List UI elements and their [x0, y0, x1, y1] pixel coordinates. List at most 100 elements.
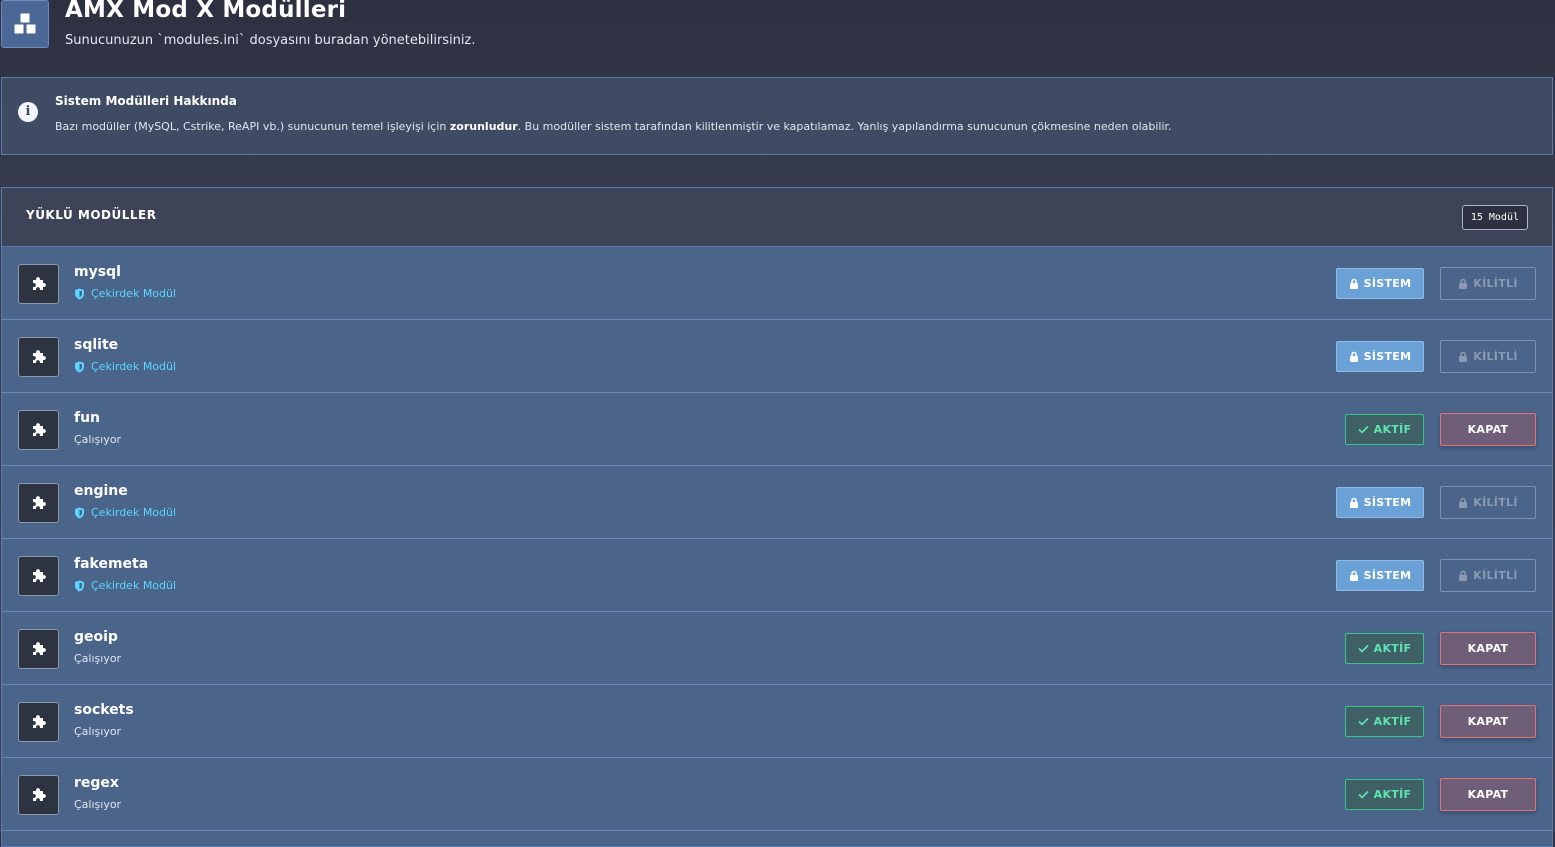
- close-module-button[interactable]: KAPAT: [1440, 705, 1536, 738]
- active-badge: AKTİF: [1345, 706, 1424, 737]
- modules-panel: YÜKLÜ MODÜLLER 15 Modül mysql Çekirdek Mo…: [1, 187, 1553, 847]
- system-badge-label: SİSTEM: [1363, 496, 1412, 509]
- close-button-label: KAPAT: [1467, 715, 1509, 728]
- system-badge: SİSTEM: [1336, 268, 1424, 299]
- page-subtitle: Sunucunuzun `modules.ini` dosyasını bura…: [65, 33, 476, 48]
- cubes-icon: [1, 0, 49, 48]
- close-module-button[interactable]: KAPAT: [1440, 632, 1536, 665]
- module-status-label: Çalışıyor: [74, 725, 121, 738]
- module-sub-text: Çekirdek Modül: [91, 360, 177, 373]
- module-status-label: Çalışıyor: [74, 652, 121, 665]
- panel-header: YÜKLÜ MODÜLLER 15 Modül: [2, 188, 1552, 247]
- puzzle-icon: [18, 483, 59, 523]
- module-core-label: Çekirdek Modül: [74, 579, 176, 592]
- info-text: Bazı modüller (MySQL, Cstrike, ReAPI vb.…: [55, 120, 1172, 133]
- close-module-button[interactable]: KAPAT: [1440, 778, 1536, 811]
- page-title: AMX Mod X Modülleri: [65, 0, 347, 23]
- module-sub-text: Çalışıyor: [74, 433, 122, 446]
- check-icon: [1358, 790, 1369, 799]
- info-icon: i: [18, 102, 38, 122]
- module-row-regex: regex Çalışıyor AKTİF KAPAT: [2, 758, 1552, 831]
- active-badge-label: AKTİF: [1373, 715, 1412, 728]
- close-button-label: KAPAT: [1467, 642, 1509, 655]
- lock-icon: [1458, 497, 1468, 508]
- system-badge: SİSTEM: [1336, 341, 1424, 372]
- lock-icon: [1349, 497, 1359, 508]
- lock-icon: [1349, 351, 1359, 362]
- system-badge-label: SİSTEM: [1363, 277, 1412, 290]
- puzzle-icon: [18, 556, 59, 596]
- module-name: fun: [74, 410, 101, 426]
- lock-icon: [1458, 570, 1468, 581]
- close-module-button[interactable]: KAPAT: [1440, 413, 1536, 446]
- lock-icon: [1458, 278, 1468, 289]
- module-name: sqlite: [74, 337, 119, 353]
- module-core-label: Çekirdek Modül: [74, 360, 176, 373]
- module-sub-text: Çekirdek Modül: [91, 579, 177, 592]
- info-text-before: Bazı modüller (MySQL, Cstrike, ReAPI vb.…: [55, 120, 450, 133]
- info-text-bold: zorunludur: [449, 120, 518, 133]
- close-button-label: KAPAT: [1467, 788, 1509, 801]
- module-sub-text: Çalışıyor: [74, 725, 122, 738]
- module-name: fakemeta: [74, 556, 149, 572]
- module-row-sockets: sockets Çalışıyor AKTİF KAPAT: [2, 685, 1552, 758]
- module-name: sockets: [74, 702, 134, 718]
- module-count-badge: 15 Modül: [1461, 205, 1528, 230]
- shield-icon: [74, 361, 85, 373]
- panel-title: YÜKLÜ MODÜLLER: [26, 208, 157, 222]
- module-sub-text: Çekirdek Modül: [91, 506, 177, 519]
- module-row-mysql: mysql Çekirdek Modül SİSTEM KİLİTLİ: [2, 247, 1552, 320]
- puzzle-icon: [18, 337, 59, 377]
- module-core-label: Çekirdek Modül: [74, 506, 176, 519]
- module-row-engine: engine Çekirdek Modül SİSTEM KİLİTLİ: [2, 466, 1552, 539]
- module-name: engine: [74, 483, 128, 499]
- module-name: geoip: [74, 629, 118, 645]
- page-header: AMX Mod X Modülleri Sunucunuzun `modules…: [0, 0, 1555, 60]
- locked-button[interactable]: KİLİTLİ: [1440, 340, 1536, 373]
- shield-icon: [74, 580, 85, 592]
- module-row-geoip: geoip Çalışıyor AKTİF KAPAT: [2, 612, 1552, 685]
- puzzle-icon: [18, 775, 59, 815]
- lock-icon: [1458, 351, 1468, 362]
- system-badge-label: SİSTEM: [1363, 350, 1412, 363]
- info-alert: i Sistem Modülleri Hakkında Bazı modülle…: [1, 77, 1553, 155]
- puzzle-icon: [18, 702, 59, 742]
- locked-button[interactable]: KİLİTLİ: [1440, 559, 1536, 592]
- module-sub-text: Çalışıyor: [74, 798, 122, 811]
- locked-button-label: KİLİTLİ: [1473, 569, 1518, 582]
- puzzle-icon: [18, 264, 59, 304]
- system-badge: SİSTEM: [1336, 560, 1424, 591]
- module-name: regex: [74, 775, 119, 791]
- module-core-label: Çekirdek Modül: [74, 287, 176, 300]
- locked-button-label: KİLİTLİ: [1473, 350, 1518, 363]
- check-icon: [1358, 644, 1369, 653]
- puzzle-icon: [18, 410, 59, 450]
- lock-icon: [1349, 570, 1359, 581]
- lock-icon: [1349, 278, 1359, 289]
- module-row-fakemeta: fakemeta Çekirdek Modül SİSTEM KİLİTLİ: [2, 539, 1552, 612]
- info-text-after: . Bu modüller sistem tarafından kilitlen…: [517, 120, 1172, 133]
- locked-button[interactable]: KİLİTLİ: [1440, 486, 1536, 519]
- shield-icon: [74, 507, 85, 519]
- module-row-fun: fun Çalışıyor AKTİF KAPAT: [2, 393, 1552, 466]
- module-status-label: Çalışıyor: [74, 798, 121, 811]
- close-button-label: KAPAT: [1467, 423, 1509, 436]
- locked-button-label: KİLİTLİ: [1473, 277, 1518, 290]
- locked-button-label: KİLİTLİ: [1473, 496, 1518, 509]
- active-badge-label: AKTİF: [1373, 788, 1412, 801]
- info-title: Sistem Modülleri Hakkında: [55, 94, 237, 108]
- module-sub-text: Çekirdek Modül: [91, 287, 177, 300]
- system-badge: SİSTEM: [1336, 487, 1424, 518]
- system-badge-label: SİSTEM: [1363, 569, 1412, 582]
- active-badge: AKTİF: [1345, 779, 1424, 810]
- module-status-label: Çalışıyor: [74, 433, 121, 446]
- module-name: mysql: [74, 264, 121, 280]
- module-sub-text: Çalışıyor: [74, 652, 122, 665]
- check-icon: [1358, 425, 1369, 434]
- active-badge-label: AKTİF: [1373, 642, 1412, 655]
- active-badge: AKTİF: [1345, 633, 1424, 664]
- shield-icon: [74, 288, 85, 300]
- locked-button[interactable]: KİLİTLİ: [1440, 267, 1536, 300]
- check-icon: [1358, 717, 1369, 726]
- active-badge-label: AKTİF: [1373, 423, 1412, 436]
